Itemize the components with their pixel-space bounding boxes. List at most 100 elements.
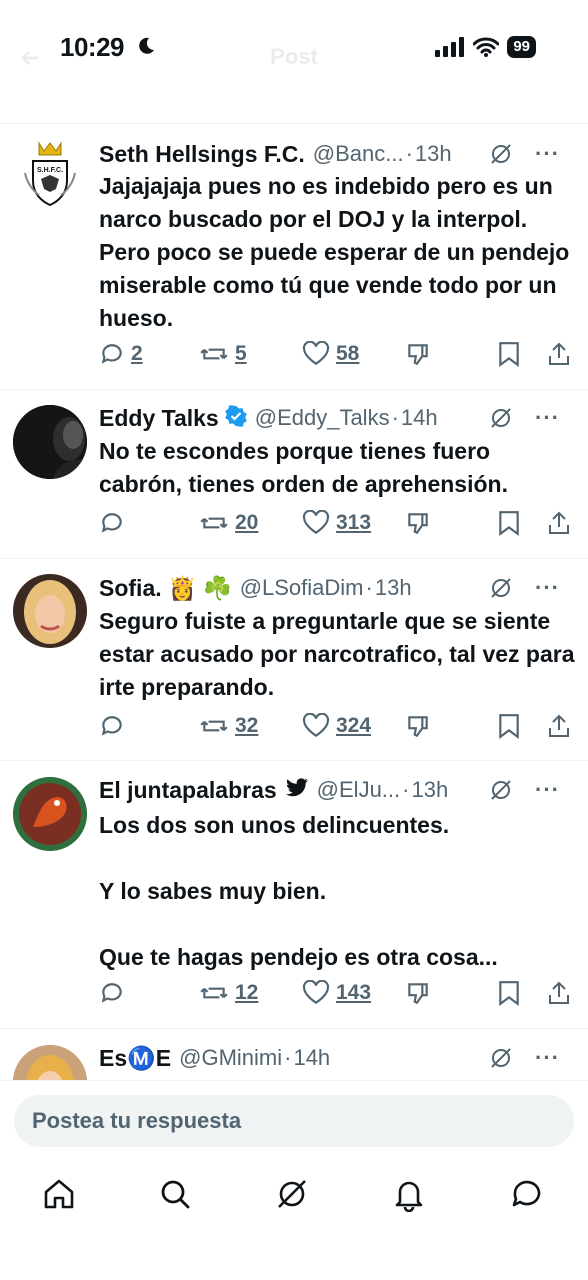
display-name[interactable]: Sofia. 👸 ☘️ — [99, 575, 232, 602]
bookmark-button[interactable] — [497, 341, 521, 367]
grok-icon[interactable] — [489, 576, 513, 600]
heart-icon — [302, 510, 330, 536]
user-handle[interactable]: @LSofiaDim — [240, 575, 364, 601]
thumbs-down-icon — [405, 980, 431, 1006]
dislike-button[interactable] — [405, 980, 431, 1006]
like-count: 58 — [336, 342, 360, 365]
separator-dot: · — [402, 777, 410, 802]
status-bar: 10:29 Post 99 — [0, 0, 588, 96]
user-handle[interactable]: @Banc... — [313, 141, 404, 167]
repost-button[interactable]: 32 — [199, 713, 258, 739]
signal-icon — [435, 37, 465, 57]
reply-button[interactable] — [99, 713, 125, 739]
tweet-text: No te escondes porque tienes fuero cabró… — [99, 438, 508, 497]
tweet[interactable]: S.H.F.C. Seth Hellsings F.C. @Banc... · … — [0, 124, 588, 389]
grok-icon[interactable] — [489, 778, 513, 802]
like-button[interactable]: 313 — [302, 510, 371, 536]
dislike-button[interactable] — [405, 713, 431, 739]
thumbs-down-icon — [405, 341, 431, 367]
like-count: 324 — [336, 714, 372, 737]
grok-icon[interactable] — [489, 1046, 513, 1070]
repost-button[interactable]: 5 — [199, 341, 247, 367]
separator-dot: · — [284, 1045, 292, 1070]
repost-button[interactable]: 12 — [199, 980, 258, 1006]
dislike-button[interactable] — [405, 341, 431, 367]
thumbs-down-icon — [405, 713, 431, 739]
reply-button[interactable] — [99, 980, 125, 1006]
repost-icon — [199, 341, 229, 367]
timestamp[interactable]: 14h — [401, 405, 438, 431]
bookmark-button[interactable] — [497, 980, 521, 1006]
timestamp[interactable]: 13h — [415, 141, 452, 167]
back-arrow-icon[interactable] — [20, 48, 40, 68]
timestamp[interactable]: 13h — [411, 777, 448, 803]
reply-button[interactable]: 2 — [99, 341, 143, 367]
user-handle[interactable]: @ElJu... — [317, 777, 400, 803]
avatar[interactable] — [13, 405, 87, 479]
dislike-button[interactable] — [405, 510, 431, 536]
repost-count: 5 — [235, 342, 247, 365]
notifications-bell-icon[interactable] — [391, 1176, 427, 1213]
more-options-icon[interactable]: ··· — [535, 575, 560, 601]
like-button[interactable]: 58 — [302, 341, 359, 367]
timestamp[interactable]: 13h — [375, 575, 412, 601]
grok-icon[interactable] — [489, 406, 513, 430]
tweet-text: Jajajajaja pues no es indebido pero es u… — [99, 173, 576, 331]
repost-icon — [199, 510, 229, 536]
avatar[interactable] — [13, 777, 87, 851]
repost-icon — [199, 713, 229, 739]
grok-icon[interactable] — [274, 1176, 310, 1212]
bookmark-icon — [497, 341, 521, 367]
verified-badge-icon — [224, 404, 247, 432]
repost-button[interactable]: 20 — [199, 510, 258, 536]
share-button[interactable] — [547, 510, 571, 536]
display-name[interactable]: Eddy Talks — [99, 405, 219, 432]
messages-icon[interactable] — [509, 1176, 545, 1212]
reply-icon — [99, 341, 125, 367]
home-icon[interactable] — [41, 1176, 77, 1212]
repost-count: 12 — [235, 981, 259, 1004]
reply-bar: Postea tu respuesta — [0, 1080, 588, 1160]
more-options-icon[interactable]: ··· — [535, 141, 560, 167]
search-icon[interactable] — [157, 1176, 193, 1212]
tweet[interactable]: Sofia. 👸 ☘️ @LSofiaDim · 13h ··· Seguro … — [0, 559, 588, 760]
share-button[interactable] — [547, 341, 571, 367]
more-options-icon[interactable]: ··· — [535, 405, 560, 431]
share-icon — [547, 510, 571, 536]
reply-count: 2 — [131, 342, 143, 365]
user-handle[interactable]: @Eddy_Talks — [255, 405, 390, 431]
more-options-icon[interactable]: ··· — [535, 1045, 560, 1071]
timestamp[interactable]: 14h — [293, 1045, 330, 1071]
share-button[interactable] — [547, 980, 571, 1006]
bookmark-icon — [497, 510, 521, 536]
bookmark-button[interactable] — [497, 713, 521, 739]
repost-count: 32 — [235, 714, 259, 737]
reply-icon — [99, 510, 125, 536]
reply-button[interactable] — [99, 510, 125, 536]
battery-indicator: 99 — [507, 36, 536, 58]
like-count: 143 — [336, 981, 372, 1004]
display-name[interactable]: Seth Hellsings F.C. — [99, 141, 305, 168]
bookmark-button[interactable] — [497, 510, 521, 536]
grok-icon[interactable] — [489, 142, 513, 166]
tweet[interactable]: Eddy Talks @Eddy_Talks · 14h ··· No te e… — [0, 390, 588, 558]
more-options-icon[interactable]: ··· — [535, 777, 560, 803]
like-count: 313 — [336, 511, 372, 534]
reply-input[interactable]: Postea tu respuesta — [14, 1095, 574, 1147]
like-button[interactable]: 324 — [302, 713, 371, 739]
tweet[interactable]: EsⓂ️E @GMinimi · 14h ··· — [0, 1029, 588, 1080]
repost-icon — [199, 980, 229, 1006]
share-button[interactable] — [547, 713, 571, 739]
tweet-text: Seguro fuiste a preguntarle que se sient… — [99, 608, 581, 700]
display-name[interactable]: El juntapalabras — [99, 777, 277, 804]
separator-dot: · — [365, 575, 373, 600]
tweet[interactable]: El juntapalabras @ElJu... · 13h ··· Los … — [0, 761, 588, 1028]
like-button[interactable]: 143 — [302, 980, 371, 1006]
user-handle[interactable]: @GMinimi — [179, 1045, 282, 1071]
avatar[interactable]: S.H.F.C. — [13, 139, 87, 213]
avatar[interactable] — [13, 574, 87, 648]
share-icon — [547, 341, 571, 367]
avatar[interactable] — [13, 1045, 87, 1080]
display-name[interactable]: EsⓂ️E — [99, 1045, 171, 1072]
repost-count: 20 — [235, 511, 259, 534]
